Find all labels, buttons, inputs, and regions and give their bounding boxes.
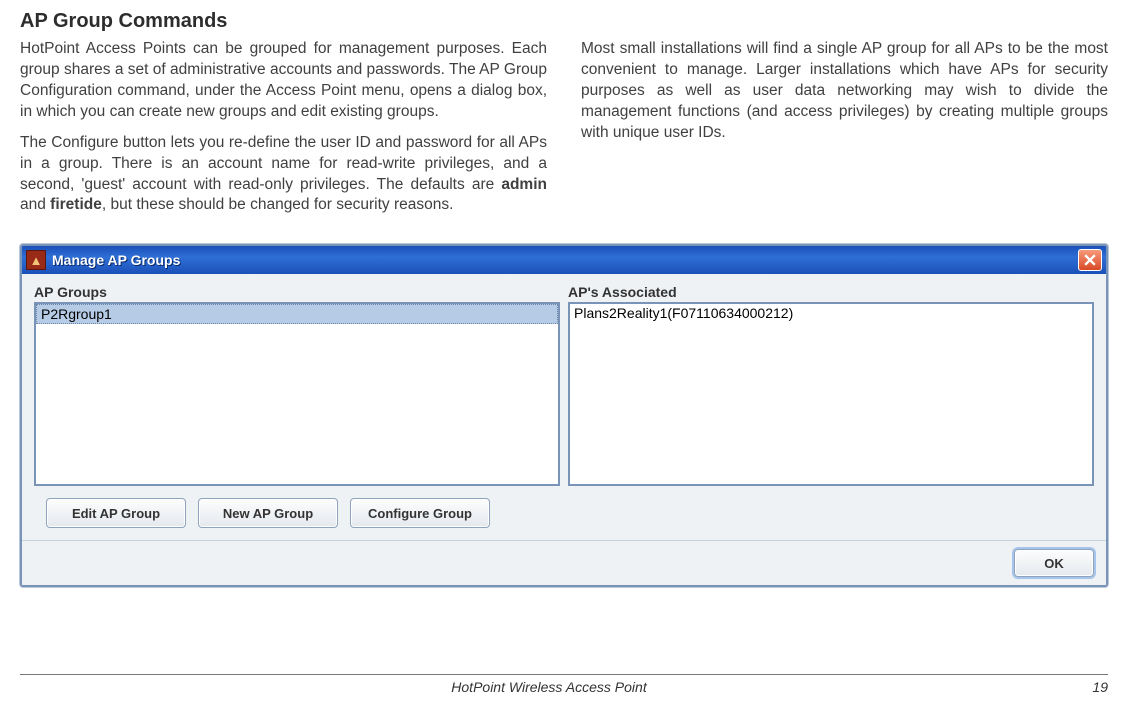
manage-ap-groups-dialog: ▲ Manage AP Groups AP Groups P2Rgroup1 <box>20 244 1108 587</box>
edit-ap-group-button[interactable]: Edit AP Group <box>46 498 186 528</box>
ok-button[interactable]: OK <box>1014 549 1094 577</box>
new-ap-group-button[interactable]: New AP Group <box>198 498 338 528</box>
dialog-titlebar[interactable]: ▲ Manage AP Groups <box>22 246 1106 274</box>
close-button[interactable] <box>1078 249 1102 271</box>
page-footer: HotPoint Wireless Access Point 19 <box>20 674 1108 695</box>
right-column: Most small installations will find a sin… <box>581 39 1108 226</box>
ap-groups-listbox[interactable]: P2Rgroup1 <box>34 302 560 486</box>
page-number: 19 <box>1078 679 1108 695</box>
p2-text-a: The Configure button lets you re-define … <box>20 134 547 193</box>
paragraph-3: Most small installations will find a sin… <box>581 39 1108 144</box>
section-heading: AP Group Commands <box>20 10 1108 33</box>
list-item[interactable]: P2Rgroup1 <box>36 304 558 324</box>
left-column: HotPoint Access Points can be grouped fo… <box>20 39 547 226</box>
default-admin: admin <box>501 176 547 193</box>
paragraph-1: HotPoint Access Points can be grouped fo… <box>20 39 547 123</box>
dialog-title: Manage AP Groups <box>52 252 1078 268</box>
close-icon <box>1084 254 1096 266</box>
p2-text-e: , but these should be changed for securi… <box>102 196 454 213</box>
list-item[interactable]: Plans2Reality1(F07110634000212) <box>570 304 1092 322</box>
aps-associated-label: AP's Associated <box>568 284 1094 300</box>
ap-groups-label: AP Groups <box>34 284 560 300</box>
paragraph-2: The Configure button lets you re-define … <box>20 133 547 217</box>
footer-title: HotPoint Wireless Access Point <box>20 679 1078 695</box>
default-firetide: firetide <box>50 196 102 213</box>
aps-associated-listbox[interactable]: Plans2Reality1(F07110634000212) <box>568 302 1094 486</box>
p2-text-c: and <box>20 196 50 213</box>
configure-group-button[interactable]: Configure Group <box>350 498 490 528</box>
app-icon: ▲ <box>26 250 46 270</box>
